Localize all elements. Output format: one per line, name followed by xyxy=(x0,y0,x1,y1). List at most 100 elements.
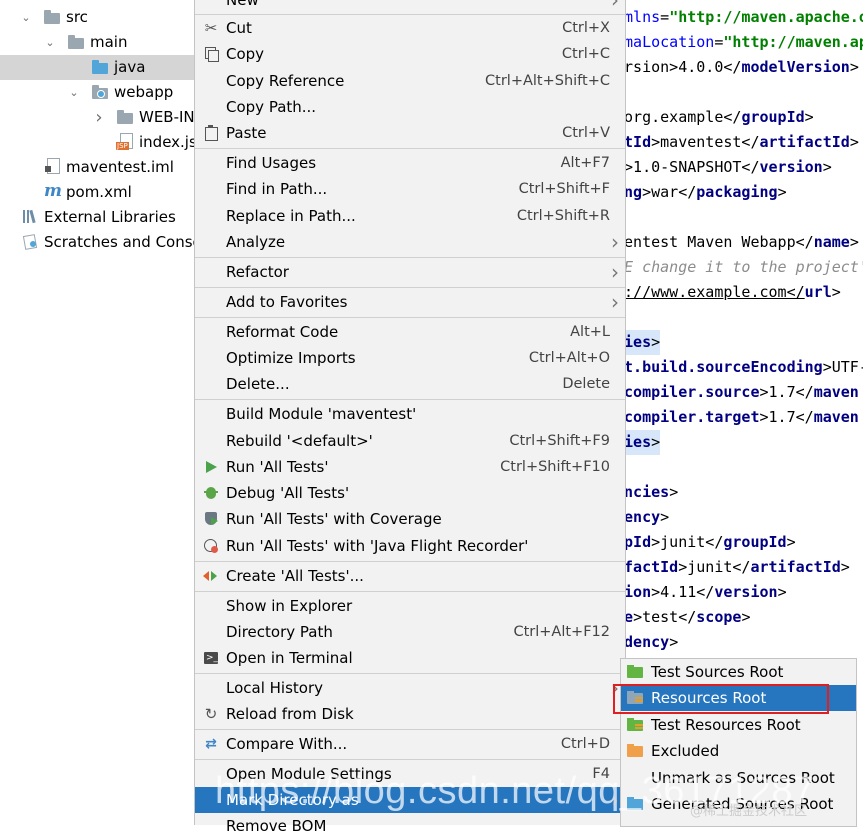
compare-icon: ⇄ xyxy=(205,736,217,752)
code-token: ventest Maven Webapp</ xyxy=(615,233,814,251)
menu-item-shortcut: Ctrl+Shift+F xyxy=(518,181,610,197)
menu-item-compare-with[interactable]: ⇄ Compare With... Ctrl+D xyxy=(195,731,625,757)
menu-item-reload-from-disk[interactable]: ↻ Reload from Disk xyxy=(195,701,625,727)
menu-item-cut[interactable]: ✂ Cut Ctrl+X xyxy=(195,15,625,41)
chevron-right-icon[interactable]: › xyxy=(93,105,105,130)
code-token: ersion>4.0.0</ xyxy=(615,58,742,76)
menu-item-run-all-tests-with-java-flight-recorder[interactable]: Run 'All Tests' with 'Java Flight Record… xyxy=(195,533,625,559)
tree-item[interactable]: java xyxy=(0,55,195,80)
tree-item[interactable]: External Libraries xyxy=(0,205,195,230)
menu-item-directory-path[interactable]: Directory Path Ctrl+Alt+F12 xyxy=(195,619,625,645)
menu-item-find-in-path[interactable]: Find in Path... Ctrl+Shift+F xyxy=(195,176,625,202)
menu-item-debug-all-tests[interactable]: Debug 'All Tests' xyxy=(195,480,625,506)
menu-item-optimize-imports[interactable]: Optimize Imports Ctrl+Alt+O xyxy=(195,345,625,371)
code-line: p://www.example.com</url> xyxy=(615,280,841,305)
scissors-icon: ✂ xyxy=(204,19,218,37)
menu-item-open-module-settings[interactable]: Open Module Settings F4 xyxy=(195,761,625,787)
menu-item-run-all-tests[interactable]: Run 'All Tests' Ctrl+Shift+F10 xyxy=(195,454,625,480)
menu-item-create-all-tests[interactable]: Create 'All Tests'... xyxy=(195,563,625,589)
coverage-icon xyxy=(203,511,219,527)
menu-item-delete[interactable]: Delete... Delete xyxy=(195,371,625,397)
menu-item-label: Run 'All Tests' xyxy=(226,458,329,476)
menu-item-open-in-terminal[interactable]: >_ Open in Terminal xyxy=(195,645,625,671)
tree-item[interactable]: ⌄ webapp xyxy=(0,80,195,105)
code-token: >maventest</ xyxy=(651,133,760,151)
code-token: > xyxy=(651,333,661,351)
menu-item-refactor[interactable]: Refactor › xyxy=(195,259,625,285)
menu-item-analyze[interactable]: Analyze › xyxy=(195,229,625,255)
code-token: ME change it to the project's xyxy=(615,258,863,276)
code-token: groupId xyxy=(723,533,787,551)
tree-item[interactable]: JSP index.jsp xyxy=(0,130,195,155)
tree-item-label: External Libraries xyxy=(44,208,176,226)
submenu-item-test-resources-root[interactable]: Test Resources Root xyxy=(621,712,856,738)
code-token: >1.7</ xyxy=(759,408,814,426)
menu-item-label: Mark Directory as xyxy=(226,791,359,809)
code-token: > xyxy=(831,283,841,301)
tree-item[interactable]: maventest.iml xyxy=(0,155,195,180)
tree-item-label: maventest.iml xyxy=(66,158,174,176)
code-line: ctId>maventest</artifactId> xyxy=(615,130,859,155)
menu-item-add-to-favorites[interactable]: Add to Favorites › xyxy=(195,289,625,315)
menu-item-copy-path[interactable]: Copy Path... xyxy=(195,94,625,120)
tree-item-label: webapp xyxy=(114,83,174,101)
menu-item-show-in-explorer[interactable]: Show in Explorer xyxy=(195,593,625,619)
submenu-item-generated-sources-root[interactable]: Generated Sources Root xyxy=(621,791,856,817)
web-folder-icon xyxy=(92,85,108,99)
menu-separator xyxy=(195,148,625,149)
code-token: scope xyxy=(696,608,742,626)
menu-item-label: Optimize Imports xyxy=(226,349,356,367)
paste-icon xyxy=(203,125,219,141)
menu-item-label: Refactor xyxy=(226,263,289,281)
menu-item-replace-in-path[interactable]: Replace in Path... Ctrl+Shift+R xyxy=(195,203,625,229)
submenu-item-excluded[interactable]: Excluded xyxy=(621,738,856,764)
menu-item-run-all-tests-with-coverage[interactable]: Run 'All Tests' with Coverage xyxy=(195,506,625,532)
menu-item-rebuild-default[interactable]: Rebuild '<default>' Ctrl+Shift+F9 xyxy=(195,428,625,454)
code-line: n>1.0-SNAPSHOT</version> xyxy=(615,155,832,180)
code-token: packaging xyxy=(696,183,778,201)
terminal-icon: >_ xyxy=(204,652,219,664)
code-line: ifactId>junit</artifactId> xyxy=(615,555,850,580)
chevron-down-icon[interactable]: ⌄ xyxy=(68,80,80,105)
tree-item[interactable]: ⌄ src xyxy=(0,5,195,30)
menu-item-copy[interactable]: Copy Ctrl+C xyxy=(195,41,625,67)
menu-separator xyxy=(195,257,625,258)
chevron-down-icon[interactable]: ⌄ xyxy=(44,30,56,55)
code-line: xmlns="http://maven.apache.org/POM/4.0.0… xyxy=(615,5,863,30)
menu-item-mark-directory-as[interactable]: Mark Directory as › xyxy=(195,787,625,813)
code-token: maven xyxy=(813,408,859,426)
code-token: >1.7</ xyxy=(759,383,814,401)
menu-item-paste[interactable]: Paste Ctrl+V xyxy=(195,120,625,146)
code-token: emaLocation xyxy=(615,33,715,51)
menu-item-reformat-code[interactable]: Reformat Code Alt+L xyxy=(195,319,625,345)
code-line: emaLocation="http://maven.apache.org" xyxy=(615,30,863,55)
menu-item-shortcut: Ctrl+Alt+F12 xyxy=(513,624,610,640)
menu-item-copy-reference[interactable]: Copy Reference Ctrl+Alt+Shift+C xyxy=(195,68,625,94)
code-token: maven xyxy=(813,383,859,401)
menu-item-new[interactable]: New › xyxy=(195,0,625,13)
menu-item-label: Replace in Path... xyxy=(226,207,356,225)
menu-separator xyxy=(195,759,625,760)
menu-separator xyxy=(195,729,625,730)
chevron-right-icon: › xyxy=(611,290,619,314)
menu-item-build-module-maventest[interactable]: Build Module 'maventest' xyxy=(195,401,625,427)
code-token: version xyxy=(759,158,823,176)
submenu-item-unmark-as-sources-root[interactable]: Unmark as Sources Root xyxy=(621,765,856,791)
menu-item-find-usages[interactable]: Find Usages Alt+F7 xyxy=(195,150,625,176)
code-line: ventest Maven Webapp</name> xyxy=(615,230,859,255)
tree-item[interactable]: Scratches and Consoles xyxy=(0,230,195,255)
code-token: > xyxy=(741,608,751,626)
chevron-right-icon: › xyxy=(611,260,619,284)
tree-item[interactable]: › WEB-INF xyxy=(0,105,195,130)
menu-item-label: Open Module Settings xyxy=(226,765,392,783)
menu-item-local-history[interactable]: Local History › xyxy=(195,675,625,701)
scratches-icon xyxy=(22,234,38,250)
menu-item-shortcut: Ctrl+Shift+F9 xyxy=(509,433,610,449)
code-token: > xyxy=(660,508,670,526)
chevron-down-icon[interactable]: ⌄ xyxy=(20,5,32,30)
tree-item[interactable]: m pom.xml xyxy=(0,180,195,205)
menu-item-label: Delete... xyxy=(226,375,290,393)
menu-item-remove-bom[interactable]: Remove BOM xyxy=(195,813,625,839)
submenu-item-test-sources-root[interactable]: Test Sources Root xyxy=(621,659,856,685)
tree-item[interactable]: ⌄ main xyxy=(0,30,195,55)
